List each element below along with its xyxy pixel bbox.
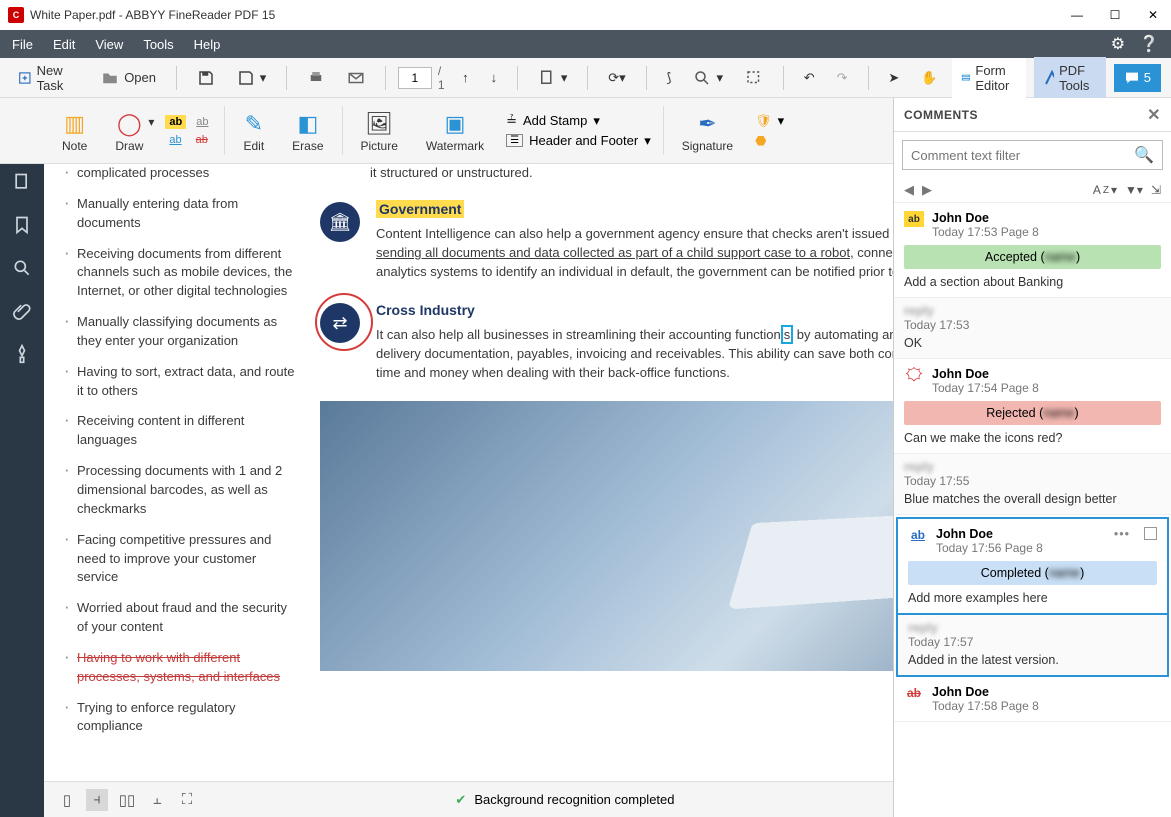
menu-tools[interactable]: Tools — [143, 37, 173, 52]
comments-panel: COMMENTS ✕ 🔍 ◀ ▶ AZ▾ ▼▾ ⇲ abJohn DoeToday… — [893, 98, 1171, 817]
page-total: / 1 — [438, 64, 448, 92]
comment-reply: replyToday 17:55Blue matches the overall… — [894, 454, 1171, 515]
comments-title: COMMENTS — [904, 108, 978, 122]
comment-reply: replyToday 17:57Added in the latest vers… — [896, 615, 1169, 677]
menu-file[interactable]: File — [12, 37, 33, 52]
picture-tool[interactable]: 🖼Picture — [347, 98, 412, 163]
add-page-icon[interactable]: ▾ — [530, 65, 576, 91]
search-icon[interactable]: 🔍 — [1134, 145, 1154, 165]
list-item: Receiving documents from different chann… — [65, 245, 300, 302]
new-task-button[interactable]: New Task — [10, 59, 87, 97]
view-continuous-icon[interactable]: ⫞ — [86, 789, 108, 811]
bullet-list: complicated processes Manually entering d… — [65, 164, 300, 748]
view-fullscreen-icon[interactable]: ⛶ — [176, 789, 198, 811]
comments-toggle-button[interactable]: 5 — [1114, 64, 1161, 92]
undo-icon[interactable]: ↶ — [796, 66, 823, 90]
menu-edit[interactable]: Edit — [53, 37, 75, 52]
filter-icon[interactable]: ▼▾ — [1125, 183, 1143, 197]
search-icon[interactable] — [12, 258, 32, 283]
edit-tool[interactable]: ✎Edit — [229, 98, 278, 163]
page-number-input[interactable] — [398, 67, 432, 89]
list-item: Processing documents with 1 and 2 dimens… — [65, 462, 300, 519]
sort-az-icon[interactable]: AZ▾ — [1093, 183, 1117, 197]
menu-view[interactable]: View — [95, 37, 123, 52]
bookmark-icon[interactable] — [12, 215, 32, 240]
list-item: Having to work with different processes,… — [65, 649, 300, 687]
sign-icon[interactable] — [12, 344, 32, 369]
list-item: Worried about fraud and the security of … — [65, 599, 300, 637]
close-button[interactable]: ✕ — [1143, 8, 1163, 22]
comment-item[interactable]: John DoeToday 17:54 Page 8Rejected (name… — [894, 359, 1171, 454]
print-icon[interactable] — [299, 65, 333, 91]
list-item: Receiving content in different languages — [65, 412, 300, 450]
comment-item[interactable]: abJohn DoeToday 17:58 Page 8 — [894, 677, 1171, 722]
save-as-icon[interactable]: ▾ — [229, 65, 275, 91]
draw-tool[interactable]: ◯Draw▾ — [101, 98, 157, 163]
view-two-icon[interactable]: ▯▯ — [116, 789, 138, 811]
header-footer-button[interactable]: ☰Header and Footer ▾ — [506, 133, 651, 149]
select-area-icon[interactable] — [737, 65, 771, 91]
prev-comment-icon[interactable]: ◀ — [904, 182, 914, 198]
highlight-tools[interactable]: abab abab — [157, 98, 220, 163]
find-icon[interactable]: ▾ — [685, 65, 731, 91]
comment-item[interactable]: abJohn DoeToday 17:56 Page 8•••Completed… — [896, 517, 1169, 615]
next-page-icon[interactable]: ↓ — [483, 66, 506, 89]
note-tool[interactable]: ▥Note — [48, 98, 101, 163]
prev-page-icon[interactable]: ↑ — [454, 66, 477, 89]
app-logo-icon: C — [8, 7, 24, 23]
comment-reply: replyToday 17:53OK — [894, 298, 1171, 359]
watermark-tool[interactable]: ▣Watermark — [412, 98, 498, 163]
attachment-icon[interactable] — [12, 301, 32, 326]
comment-item[interactable]: abJohn DoeToday 17:53 Page 8Accepted (na… — [894, 203, 1171, 298]
redo-icon[interactable]: ↷ — [829, 66, 856, 90]
menu-bar: File Edit View Tools Help ⚙ ❔ — [0, 30, 1171, 58]
save-icon[interactable] — [189, 65, 223, 91]
view-single-icon[interactable]: ▯ — [56, 789, 78, 811]
erase-tool[interactable]: ◧Erase — [278, 98, 337, 163]
form-editor-button[interactable]: Form Editor — [952, 58, 1027, 98]
list-item: complicated processes — [65, 164, 300, 183]
title-bar: C White Paper.pdf - ABBYY FineReader PDF… — [0, 0, 1171, 30]
left-nav — [0, 164, 44, 817]
signature-tool[interactable]: ✒Signature — [668, 98, 747, 163]
cross-industry-icon: ⇄ — [320, 303, 360, 343]
menu-help[interactable]: Help — [194, 37, 221, 52]
crop-icon[interactable]: ⟆ — [658, 66, 679, 90]
help-icon[interactable]: ❔ — [1139, 34, 1159, 54]
comment-filter-input[interactable] — [911, 148, 1134, 163]
add-stamp-button[interactable]: ≟Add Stamp ▾ — [506, 113, 651, 129]
pdf-tools-button[interactable]: PDF Tools — [1034, 57, 1106, 99]
list-item: Facing competitive pressures and need to… — [65, 531, 300, 588]
pages-icon[interactable] — [12, 172, 32, 197]
government-heading: Government — [376, 200, 464, 218]
list-item: Manually classifying documents as they e… — [65, 313, 300, 351]
more-icon[interactable]: ••• — [1114, 527, 1130, 541]
next-comment-icon[interactable]: ▶ — [922, 182, 932, 198]
maximize-button[interactable]: ☐ — [1105, 8, 1125, 22]
email-icon[interactable] — [339, 65, 373, 91]
shield-icon[interactable]: ⬣ — [755, 133, 784, 149]
main-toolbar: New Task Open ▾ / 1 ↑ ↓ ▾ ⟳▾ ⟆ ▾ ↶ ↷ ➤ ✋… — [0, 58, 1171, 98]
window-title: White Paper.pdf - ABBYY FineReader PDF 1… — [30, 8, 1067, 22]
list-item: Having to sort, extract data, and route … — [65, 363, 300, 401]
open-button[interactable]: Open — [93, 65, 164, 91]
view-book-icon[interactable]: ⫠ — [146, 789, 168, 811]
checkbox[interactable] — [1144, 527, 1157, 540]
status-text: Background recognition completed — [474, 792, 674, 807]
expand-icon[interactable]: ⇲ — [1151, 183, 1161, 197]
pointer-icon[interactable]: ➤ — [880, 66, 907, 90]
minimize-button[interactable]: — — [1067, 8, 1087, 22]
close-comments-icon[interactable]: ✕ — [1147, 105, 1161, 125]
list-item: Manually entering data from documents — [65, 195, 300, 233]
comment-filter[interactable]: 🔍 — [902, 140, 1163, 170]
security-button[interactable]: 🛡 ▾ — [755, 113, 784, 129]
government-icon: 🏛 — [320, 202, 360, 242]
rotate-icon[interactable]: ⟳▾ — [600, 66, 633, 90]
settings-icon[interactable]: ⚙ — [1111, 34, 1125, 54]
hand-icon[interactable]: ✋ — [913, 66, 945, 90]
list-item: Trying to enforce regulatory compliance — [65, 699, 300, 737]
